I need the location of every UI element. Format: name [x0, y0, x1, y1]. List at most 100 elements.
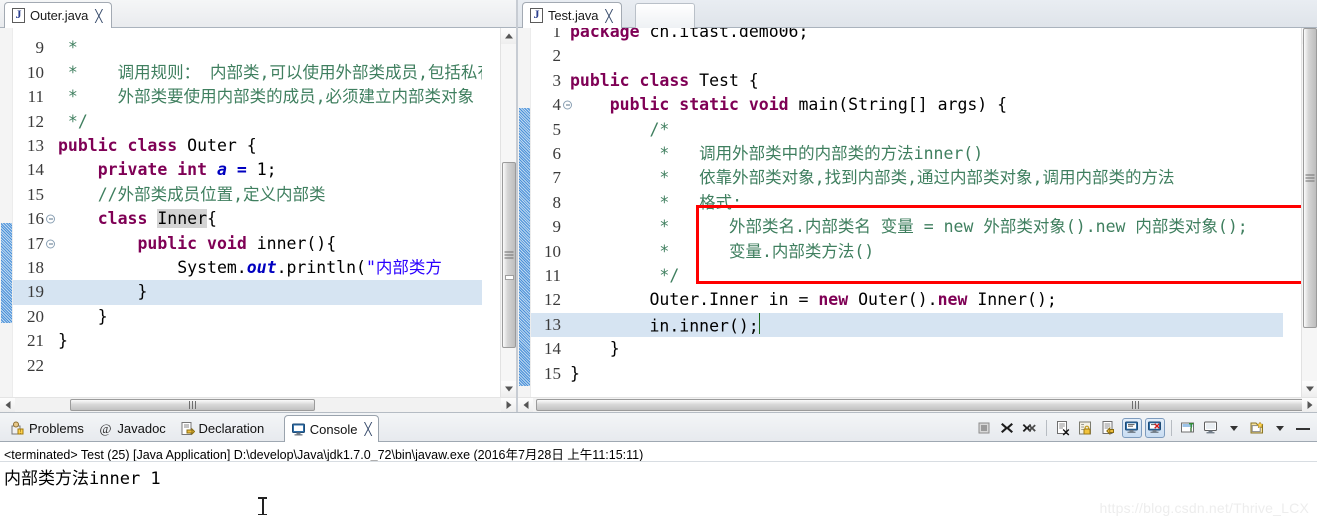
scroll-up-arrow[interactable]: [501, 28, 516, 44]
vertical-scrollbar-right[interactable]: [1301, 28, 1317, 397]
pin-console-button[interactable]: [1178, 418, 1198, 438]
console-tab-problems[interactable]: ! Problems: [4, 416, 90, 441]
vertical-scrollbar-left[interactable]: [500, 28, 516, 397]
terminate-button[interactable]: [974, 418, 994, 438]
code-token: inner(){: [256, 233, 337, 253]
code-token: 1;: [256, 160, 277, 180]
tab-outer-java[interactable]: Outer.java ╳: [4, 2, 112, 28]
code-token: public void: [137, 233, 257, 253]
display-selected-console-button[interactable]: [1201, 418, 1221, 438]
close-icon[interactable]: ╳: [605, 10, 612, 22]
close-icon[interactable]: ╳: [95, 10, 102, 22]
eclipse-ide-window: Outer.java ╳ 910111213141516171819202122…: [0, 0, 1317, 522]
line-number-gutter-right: 1 2 3 4 5 6 7 8 9 10 11 12 13 14 15: [531, 28, 572, 397]
code-token: }: [570, 339, 620, 359]
code-line: */: [58, 110, 88, 134]
scroll-down-arrow[interactable]: [501, 381, 516, 397]
vertical-scroll-thumb[interactable]: [1303, 28, 1317, 328]
line-number: 20: [27, 306, 44, 326]
code-token: }: [58, 306, 108, 326]
console-tab-javadoc[interactable]: @ Javadoc: [92, 416, 171, 441]
code-line: Outer.Inner in = new Outer().new Inner()…: [570, 288, 1057, 312]
code-token: public class: [570, 70, 700, 90]
code-text-left[interactable]: * * 调用规则： 内部类,可以使用外部类成员,包括私有 * 外部类要使用内部类…: [58, 28, 482, 397]
java-file-icon: [530, 7, 543, 23]
code-token: System.: [58, 258, 247, 277]
show-console-on-error-button[interactable]: [1145, 418, 1165, 438]
line-number: 1: [552, 28, 562, 41]
console-tab-label: Problems: [29, 421, 84, 436]
watermark-text: https://blog.csdn.net/Thrive_LCX: [1099, 500, 1309, 516]
horizontal-scrollbar-left[interactable]: [0, 397, 516, 412]
minimize-button[interactable]: [1293, 418, 1313, 438]
vertical-scroll-thumb[interactable]: [502, 162, 516, 348]
close-icon[interactable]: ╳: [365, 422, 372, 436]
svg-text:@: @: [100, 421, 112, 436]
code-line: public class Outer {: [58, 134, 257, 158]
code-line: * 格式:: [570, 191, 742, 215]
annotation-bar-left[interactable]: [0, 28, 13, 397]
code-body-right[interactable]: 1 2 3 4 5 6 7 8 9 10 11 12 13 14 15 package cn.itast.d…: [518, 28, 1317, 412]
code-token: .println(: [276, 258, 366, 277]
show-console-on-output-button[interactable]: [1122, 418, 1142, 438]
code-token: public static void: [609, 95, 799, 115]
fold-collapse-icon[interactable]: [46, 214, 55, 224]
scroll-left-arrow[interactable]: [518, 398, 533, 412]
code-token: Inner();: [977, 290, 1057, 310]
console-tab-console[interactable]: Console ╳: [283, 415, 379, 442]
scroll-right-arrow[interactable]: [1302, 398, 1317, 412]
tab-test-java[interactable]: Test.java ╳: [522, 2, 622, 28]
code-line: * 调用规则： 内部类,可以使用外部类成员,包括私有: [58, 61, 482, 85]
console-toolbar: [974, 417, 1313, 439]
scroll-down-arrow[interactable]: [1302, 381, 1317, 397]
console-tabstrip: ! Problems @ Javadoc Declaration Console ╳: [0, 413, 1317, 442]
code-line: }: [58, 280, 147, 304]
code-token: * 变量.内部类方法(): [570, 241, 875, 261]
clear-console-button[interactable]: [1053, 418, 1073, 438]
overview-marker[interactable]: [505, 275, 514, 280]
open-console-menu-arrow[interactable]: [1270, 418, 1290, 438]
code-line: * 依靠外部类对象,找到内部类,通过内部类对象,调用内部类的方法: [570, 166, 1174, 190]
open-console-button[interactable]: [1247, 418, 1267, 438]
remove-launch-button[interactable]: [997, 418, 1017, 438]
fold-collapse-icon[interactable]: [46, 239, 55, 249]
scroll-lock-button[interactable]: [1076, 418, 1096, 438]
code-line: in.inner();: [570, 312, 760, 337]
code-token: {: [207, 209, 217, 229]
line-number: 18: [27, 258, 44, 277]
remove-all-terminated-button[interactable]: [1020, 418, 1040, 438]
horizontal-scroll-thumb[interactable]: [70, 399, 315, 411]
code-token: }: [570, 363, 580, 383]
separator-1: [1046, 420, 1047, 436]
editor-area: Outer.java ╳ 910111213141516171819202122…: [0, 0, 1317, 412]
code-body-left[interactable]: 9 10 11 12 13 14 15 16 17 18 19 20 21 22 * * 调用规则： 内部…: [0, 28, 516, 412]
annotation-bar-right[interactable]: [518, 28, 531, 397]
code-token: Inner: [157, 209, 208, 229]
code-token: /*: [570, 119, 670, 139]
scroll-right-arrow[interactable]: [501, 398, 516, 412]
line-number: 16: [13, 207, 55, 231]
display-console-menu-arrow[interactable]: [1224, 418, 1244, 438]
code-line: * 变量.内部类方法(): [570, 240, 874, 264]
line-number: 14: [544, 339, 561, 359]
horizontal-scrollbar-right[interactable]: [518, 397, 1317, 412]
annotation-selection-marker: [1, 223, 12, 323]
code-text-right[interactable]: package cn.itast.demo06; public class Tes…: [570, 28, 1283, 397]
code-token: package: [570, 28, 650, 41]
code-token: new: [937, 290, 978, 310]
line-number: 14: [27, 160, 44, 180]
horizontal-scroll-thumb[interactable]: [536, 399, 1317, 411]
scroll-left-arrow[interactable]: [0, 398, 15, 412]
line-number: 13: [27, 136, 44, 155]
java-file-icon: [12, 7, 25, 23]
line-number: 5: [552, 119, 562, 139]
line-number: 17: [13, 232, 55, 256]
console-tab-declaration[interactable]: Declaration: [174, 416, 271, 441]
line-number: 12: [544, 290, 561, 310]
code-token: * 依靠外部类对象,找到内部类,通过内部类对象,调用内部类的方法: [570, 168, 1175, 188]
word-wrap-button[interactable]: [1099, 418, 1119, 438]
code-token: a =: [216, 160, 257, 180]
line-number: 19: [27, 282, 44, 302]
